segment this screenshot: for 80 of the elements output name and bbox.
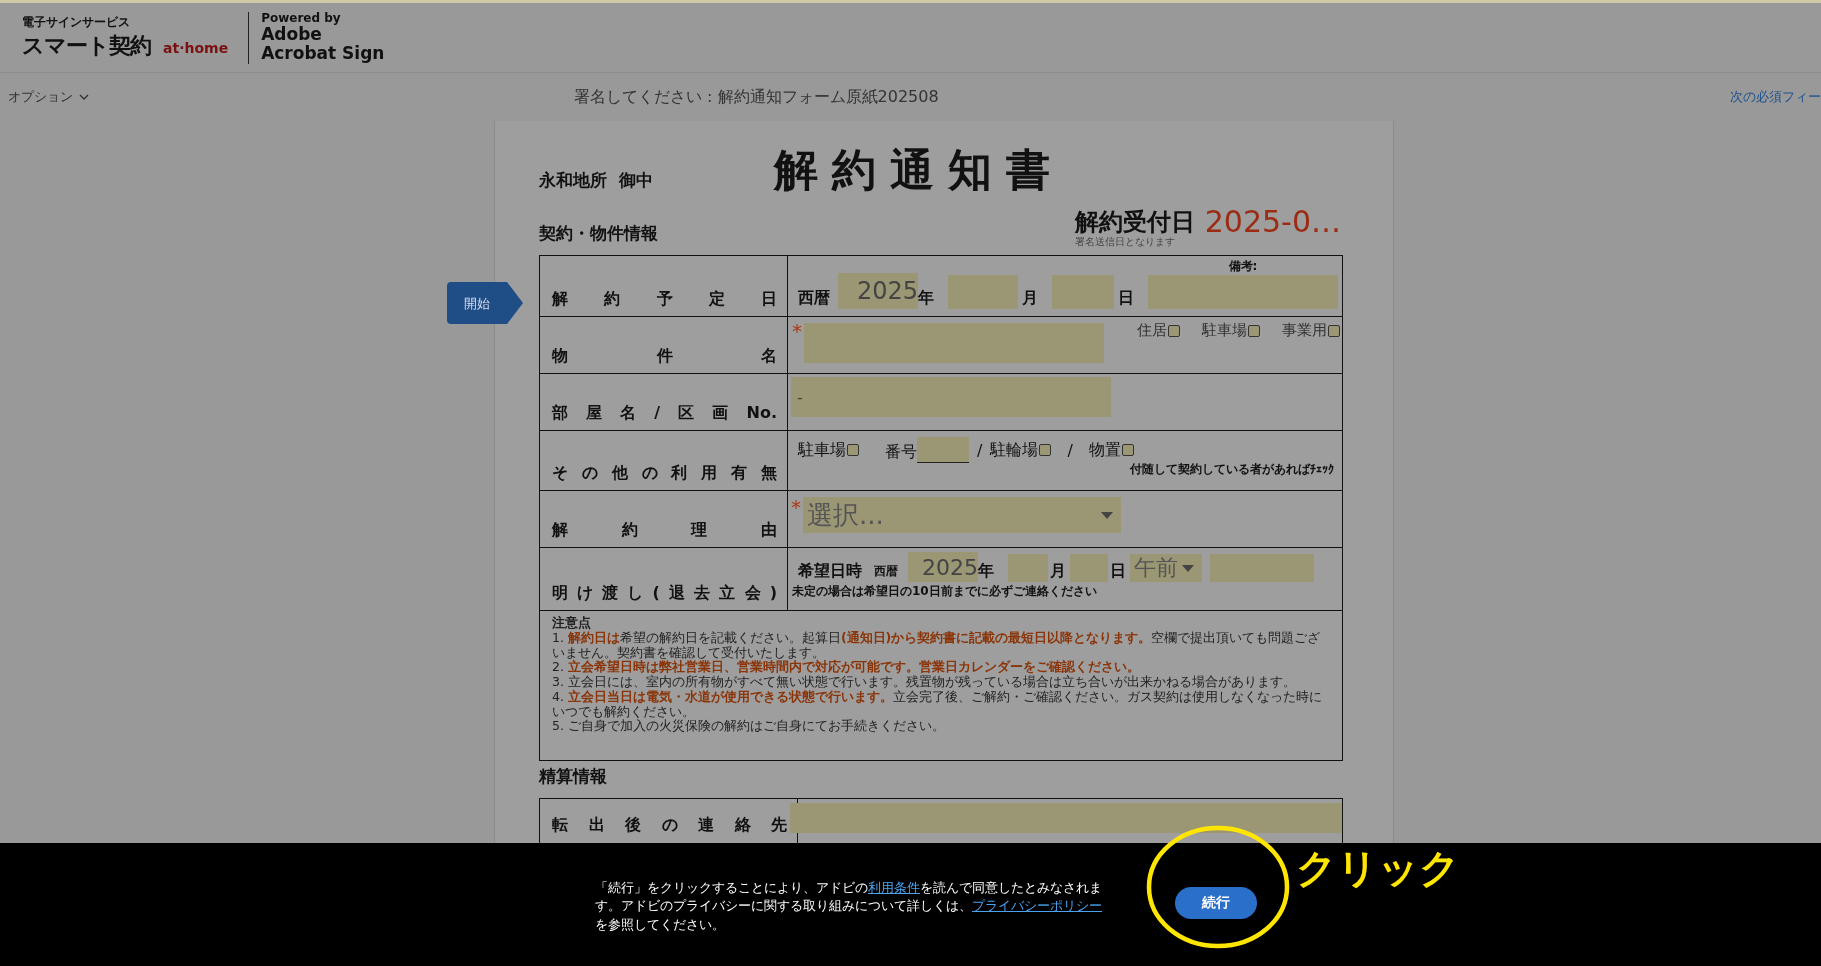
chevron-down-icon xyxy=(79,94,89,100)
checkbox-label: 駐車場 xyxy=(1202,321,1247,340)
note-item: 4. 立会日当日は電気・水道が使用できる状態で行います。立会完了後、ご解約・ご確認ください。ガス契約は使用しなくなった時にいつでも解約ください。 xyxy=(552,689,1323,719)
checkbox[interactable] xyxy=(1039,444,1052,456)
field-label: その他の利用有無 xyxy=(539,430,788,491)
checkbox-label: 駐車場 xyxy=(798,439,846,461)
checkbox[interactable] xyxy=(1168,324,1180,337)
note-item: 1. 解約日は希望の解約日を記載ください。起算日(通知日)から契約書に記載の最短日以降となります。空欄で提出頂いても問題ございません。契約書を確認して受付いたします。 xyxy=(552,630,1322,660)
receipt-date-label: 解約受付日 xyxy=(1074,206,1195,237)
schedule-label: 希望日時 xyxy=(798,561,862,582)
logo-caption: 電子サインサービス xyxy=(22,14,131,31)
field-label: 解約理由 xyxy=(539,490,788,548)
note-label: 備考: xyxy=(1228,258,1258,275)
addressee-text: 永和地所 御中 xyxy=(539,169,654,192)
annotation-label: クリック xyxy=(1296,844,1460,893)
checkbox-label: 事業用 xyxy=(1282,321,1327,340)
checkbox[interactable] xyxy=(1121,444,1134,456)
brand-logo: at·home xyxy=(163,40,229,56)
start-tag[interactable]: 開始 xyxy=(447,282,523,324)
note-item: 2. 立会希望日時は弊社営業日、営業時間内で対応が可能です。営業日カレンダーをご確認ください。 xyxy=(552,660,1141,675)
product-name: Adobe xyxy=(261,25,323,45)
required-mark: * xyxy=(792,321,803,341)
checkbox[interactable] xyxy=(1248,324,1260,337)
continue-button[interactable]: 続行 xyxy=(1175,886,1257,919)
policy-link[interactable]: 利用条件 xyxy=(868,880,920,896)
unit-label: 日 xyxy=(1118,288,1134,309)
caret-down-icon xyxy=(1101,511,1113,519)
input-field[interactable] xyxy=(1210,554,1314,582)
note-item: 5. ご自身で加入の火災保険の解約はご自身にてお手続きください。 xyxy=(552,719,946,734)
next-required-field-link[interactable]: 次の必須フィー xyxy=(1730,88,1821,106)
separator-text: / xyxy=(977,440,983,460)
section-heading: 契約・物件情報 xyxy=(539,222,658,245)
checkbox-label: 物置 xyxy=(1088,439,1121,461)
number-label: 番号 xyxy=(885,442,917,463)
checkbox[interactable] xyxy=(847,444,859,456)
input-field[interactable] xyxy=(804,323,1104,363)
required-mark: * xyxy=(791,497,802,517)
input-field[interactable] xyxy=(790,803,1342,833)
field-label: 解約予定日 xyxy=(539,255,788,317)
input-field[interactable] xyxy=(1070,554,1108,582)
dropdown[interactable]: 選択... xyxy=(803,497,1121,533)
dropdown[interactable]: 午前 xyxy=(1130,554,1202,582)
caret-down-icon xyxy=(1182,564,1194,572)
input-field[interactable]: - xyxy=(791,377,1111,417)
hint-text: 付随して契約している者があればﾁｪｯｸ xyxy=(1130,461,1334,478)
field-label: 部屋名/区画No. xyxy=(539,373,788,431)
input-field[interactable] xyxy=(1008,554,1048,582)
input-field[interactable] xyxy=(1052,275,1114,309)
document-title: 署名してください : 解約通知フォーム原紙202508 xyxy=(574,86,940,108)
checkbox-label: 駐輪場 xyxy=(990,439,1039,461)
powered-by-text: Powered by xyxy=(261,12,342,26)
separator-text: / xyxy=(1067,440,1073,460)
field-label: 物件名 xyxy=(539,316,788,374)
consent-text: 「続行」をクリックすることにより、アドビの利用条件を読んで同意したとみなされます。アドビのプライバシーに関する取り組みについて詳しくは、プライバシーポリシー を参照してください。 xyxy=(595,879,1103,934)
section-heading: 精算情報 xyxy=(539,765,607,788)
form-title: 解約通知書 xyxy=(774,143,1064,197)
unit-label: 月 xyxy=(1022,288,1038,309)
hint-text: 未定の場合は希望日の10日前までに必ずご連絡ください xyxy=(792,583,1098,600)
logo-text: スマート契約 xyxy=(22,32,151,60)
checkbox-label: 住居 xyxy=(1137,321,1167,340)
unit-label: 日 xyxy=(1110,561,1126,582)
product-name: Acrobat Sign xyxy=(261,44,385,63)
unit-label: 年 xyxy=(918,288,934,309)
unit-label: 月 xyxy=(1050,561,1066,582)
checkbox[interactable] xyxy=(1328,324,1340,337)
era-label: 西暦 xyxy=(874,563,898,580)
unit-label: 西暦 xyxy=(798,288,830,309)
receipt-date-hint: 署名送信日となります xyxy=(1074,235,1176,249)
notes-title: 注意点 xyxy=(552,616,592,631)
receipt-date-value: 2025-0… xyxy=(1204,204,1341,239)
policy-link[interactable]: プライバシーポリシー xyxy=(972,898,1102,914)
input-field[interactable] xyxy=(917,437,969,463)
options-menu[interactable]: オプション xyxy=(8,88,89,106)
input-field[interactable] xyxy=(948,275,1018,309)
year-field[interactable]: 2025 xyxy=(908,552,978,582)
unit-label: 年 xyxy=(978,561,994,582)
field-label: 明け渡し(退去立会) xyxy=(539,547,788,611)
year-field[interactable]: 2025 xyxy=(838,273,918,309)
input-field[interactable] xyxy=(1148,275,1338,309)
note-item: 3. 立会日には、室内の所有物がすべて無い状態で行います。残置物が残っている場合は立ち合いが出来かねる場合があります。 xyxy=(552,675,1297,689)
